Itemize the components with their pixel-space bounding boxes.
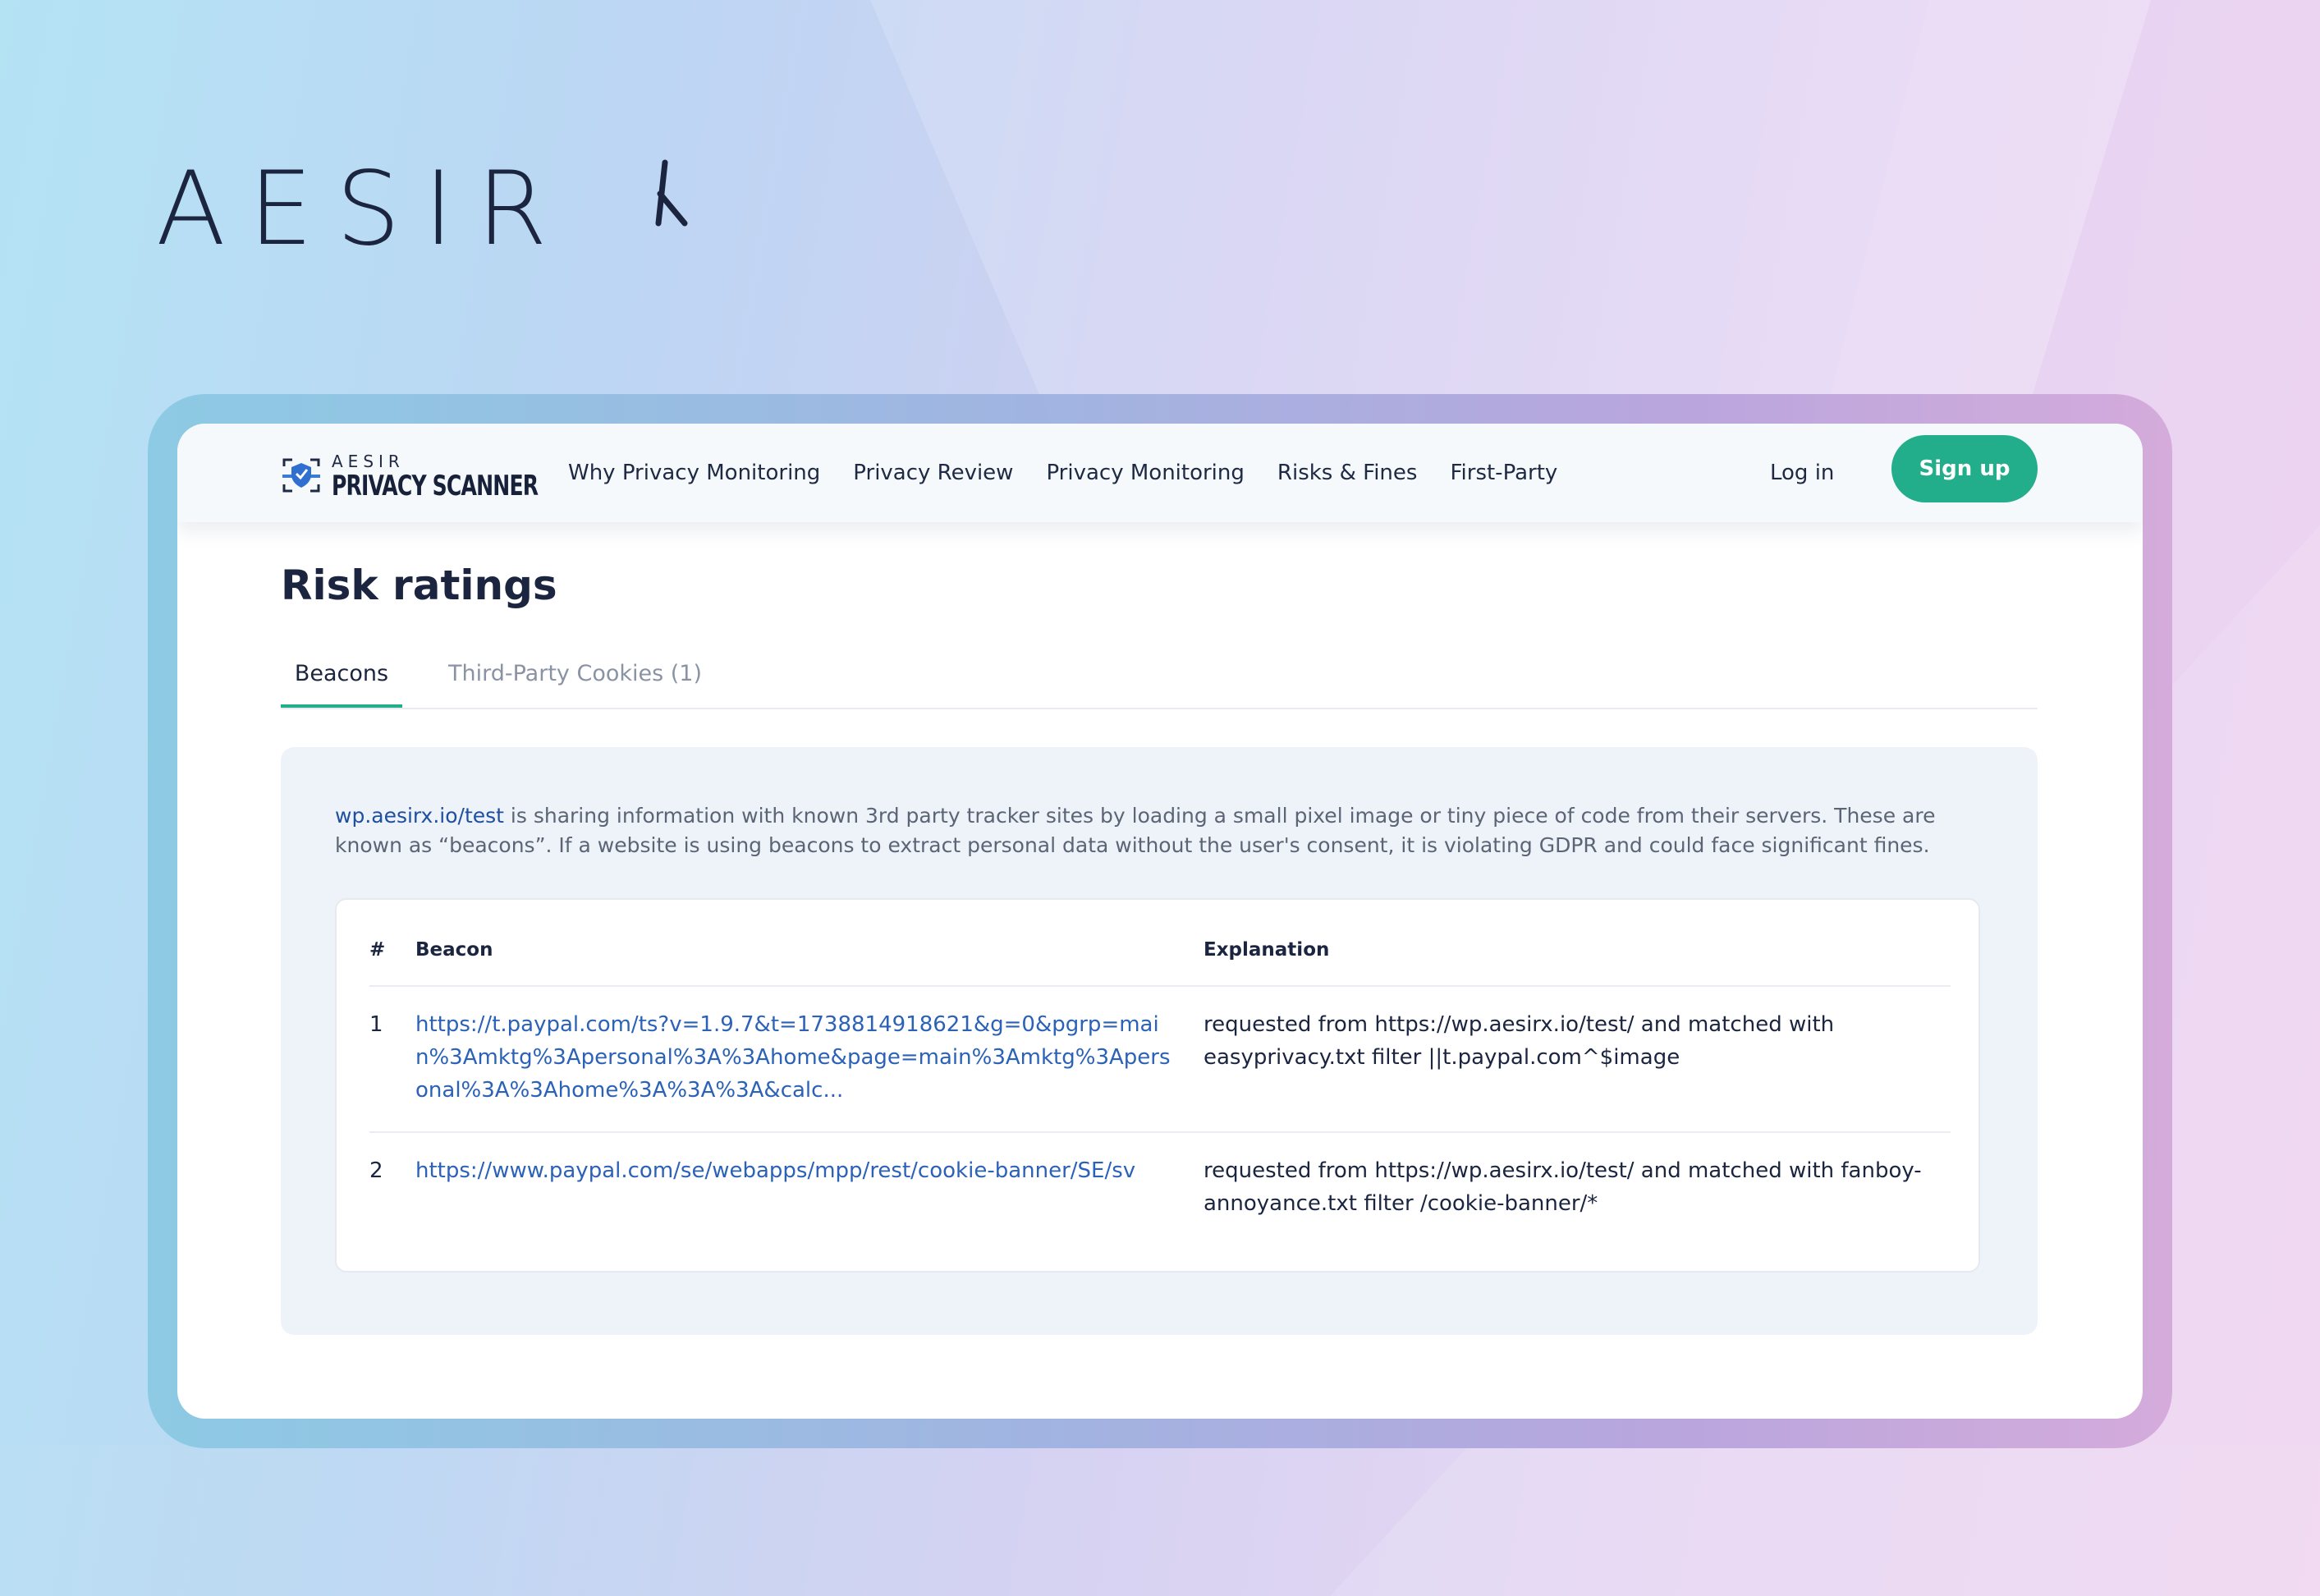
tab-third-party-cookies[interactable]: Third-Party Cookies (1) bbox=[448, 654, 702, 706]
row-2-explanation: requested from https://wp.aesirx.io/test… bbox=[1204, 1158, 1922, 1216]
aesirx-brand-logo: AESIR bbox=[156, 148, 688, 271]
row-1-beacon-link[interactable]: https://t.paypal.com/ts?v=1.9.7&t=173881… bbox=[415, 1008, 1171, 1107]
brand-wordmark: AESIR bbox=[156, 150, 571, 268]
main-nav: Why Privacy Monitoring Privacy Review Pr… bbox=[568, 424, 1590, 522]
column-header-number: # bbox=[369, 939, 386, 961]
brand-x-mark-icon bbox=[655, 159, 688, 227]
nav-privacy-review[interactable]: Privacy Review bbox=[853, 461, 1013, 485]
beacons-description: wp.aesirx.io/test is sharing information… bbox=[335, 801, 1944, 860]
beacons-table: # Beacon Explanation 1 https://t.paypal.… bbox=[335, 898, 1980, 1273]
site-header: AESIR PRIVACY SCANNER Why Privacy Monito… bbox=[177, 424, 2143, 522]
page-title: Risk ratings bbox=[281, 562, 557, 609]
nav-first-party[interactable]: First-Party bbox=[1450, 461, 1557, 485]
site-link[interactable]: wp.aesirx.io/test bbox=[335, 804, 504, 828]
description-text: is sharing information with known 3rd pa… bbox=[335, 804, 1936, 857]
row-2-beacon-link[interactable]: https://www.paypal.com/se/webapps/mpp/re… bbox=[415, 1154, 1171, 1187]
logo-aesirx-text: AESIR bbox=[332, 452, 405, 471]
nav-why-privacy-monitoring[interactable]: Why Privacy Monitoring bbox=[568, 461, 820, 485]
nav-privacy-monitoring[interactable]: Privacy Monitoring bbox=[1046, 461, 1244, 485]
beacons-panel: wp.aesirx.io/test is sharing information… bbox=[281, 747, 2038, 1335]
row-divider bbox=[369, 985, 1951, 987]
row-divider bbox=[369, 1131, 1951, 1133]
privacy-scanner-logo[interactable]: AESIR PRIVACY SCANNER bbox=[281, 440, 543, 506]
logo-product-name: PRIVACY SCANNER bbox=[332, 470, 539, 502]
nav-risks-fines[interactable]: Risks & Fines bbox=[1277, 461, 1418, 485]
tab-beacons[interactable]: Beacons bbox=[281, 654, 402, 708]
signup-button[interactable]: Sign up bbox=[1891, 435, 2038, 502]
login-link[interactable]: Log in bbox=[1770, 424, 1834, 522]
column-header-explanation: Explanation bbox=[1204, 939, 1330, 961]
column-header-beacon: Beacon bbox=[415, 939, 493, 961]
row-1-explanation: requested from https://wp.aesirx.io/test… bbox=[1204, 1012, 1835, 1070]
browser-window: AESIR PRIVACY SCANNER Why Privacy Monito… bbox=[177, 424, 2143, 1419]
row-1-number: 1 bbox=[369, 1012, 383, 1037]
row-2-number: 2 bbox=[369, 1158, 383, 1183]
scanner-shield-icon bbox=[282, 458, 320, 493]
risk-tabs: Beacons Third-Party Cookies (1) bbox=[281, 654, 2038, 709]
